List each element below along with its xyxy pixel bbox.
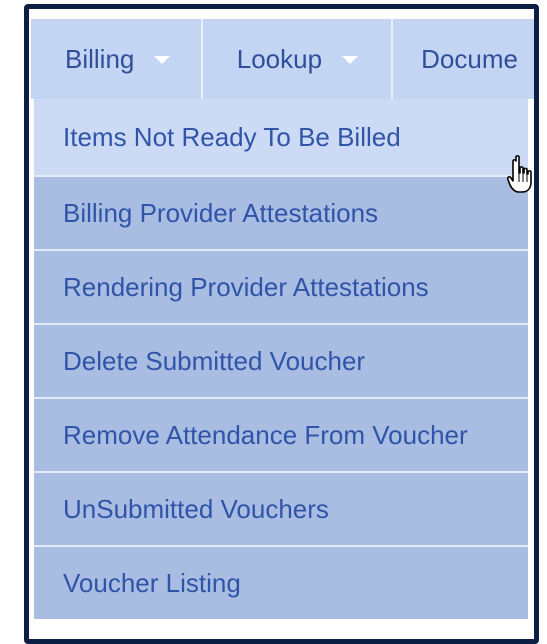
caret-down-icon <box>154 56 171 64</box>
menu-item-remove-attendance-from-voucher[interactable]: Remove Attendance From Voucher <box>34 397 528 471</box>
caret-down-icon <box>342 56 359 64</box>
menu-tab-billing[interactable]: Billing <box>31 19 203 99</box>
screenshot-frame: Billing Lookup Docume Items Not Ready To… <box>24 4 539 644</box>
menu-tab-lookup[interactable]: Lookup <box>203 19 394 99</box>
menu-item-voucher-listing[interactable]: Voucher Listing <box>34 545 528 619</box>
menu-bar: Billing Lookup Docume <box>31 19 534 99</box>
menu-tab-label: Docume <box>421 43 518 74</box>
menu-item-billing-provider-attestations[interactable]: Billing Provider Attestations <box>34 175 528 249</box>
menu-tab-label: Lookup <box>236 43 323 74</box>
menu-item-unsubmitted-vouchers[interactable]: UnSubmitted Vouchers <box>34 471 528 545</box>
billing-dropdown-menu: Items Not Ready To Be Billed Billing Pro… <box>34 99 528 619</box>
menu-tab-label: Billing <box>65 43 135 74</box>
menu-tab-documents[interactable]: Docume <box>393 19 534 99</box>
hand-pointer-icon <box>507 155 532 193</box>
menu-item-rendering-provider-attestations[interactable]: Rendering Provider Attestations <box>34 249 528 323</box>
menu-item-items-not-ready[interactable]: Items Not Ready To Be Billed <box>34 99 528 175</box>
menu-item-delete-submitted-voucher[interactable]: Delete Submitted Voucher <box>34 323 528 397</box>
